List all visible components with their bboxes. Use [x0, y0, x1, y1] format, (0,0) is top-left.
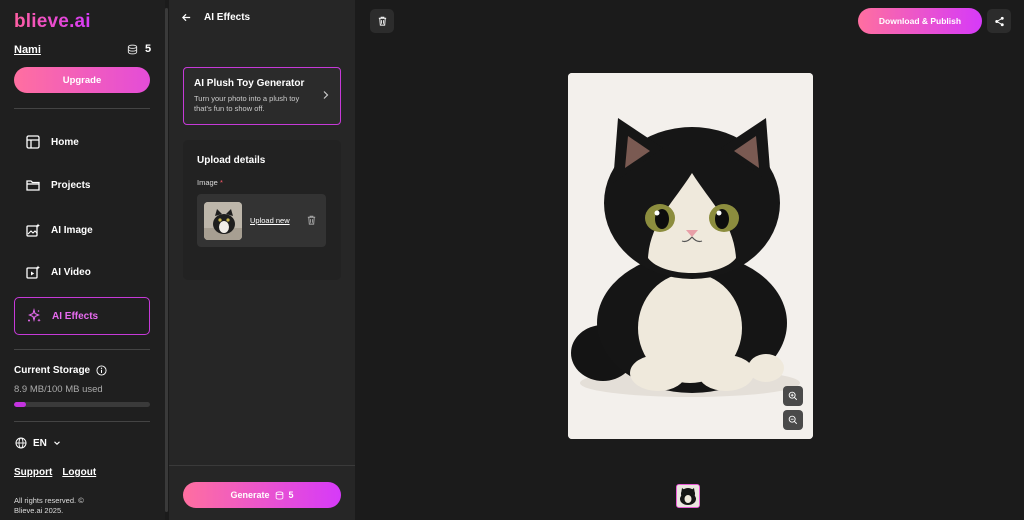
delete-button[interactable] — [370, 9, 394, 33]
uploaded-image-thumbnail[interactable] — [204, 202, 242, 240]
generate-label: Generate — [230, 490, 270, 500]
app-root: blieve.ai Nami 5 Upgrade Home Projects A… — [0, 0, 1024, 520]
zoom-out-button[interactable] — [783, 410, 803, 430]
panel-title: AI Effects — [204, 12, 251, 23]
credits-balance: 5 — [127, 43, 151, 55]
storage-title-text: Current Storage — [14, 365, 91, 376]
sidebar-item-ai-image[interactable]: AI Image — [14, 211, 150, 249]
brand-logo[interactable]: blieve.ai — [14, 11, 91, 33]
sidebar-item-label: Projects — [51, 179, 91, 191]
storage-progress-bar — [14, 402, 150, 407]
credits-count: 5 — [145, 43, 152, 55]
upload-details-title: Upload details — [197, 155, 266, 166]
divider — [14, 421, 150, 422]
sidebar-item-label: Home — [51, 136, 79, 148]
sidebar-item-label: AI Video — [51, 266, 91, 278]
image-label-text: Image — [197, 178, 218, 187]
download-publish-button[interactable]: Download & Publish — [858, 8, 982, 34]
chevron-right-icon — [323, 91, 329, 99]
chevron-down-icon — [54, 441, 60, 445]
language-label: EN — [33, 437, 47, 449]
divider — [169, 465, 355, 466]
upload-new-link[interactable]: Upload new — [250, 216, 290, 225]
panel-header: AI Effects — [181, 12, 250, 23]
generate-cost: 5 — [288, 490, 294, 500]
sidebar-item-label: AI Effects — [52, 310, 99, 322]
globe-icon — [15, 437, 27, 449]
sidebar-item-ai-effects[interactable]: AI Effects — [14, 297, 150, 335]
filmstrip-thumbnail[interactable] — [676, 484, 700, 508]
effect-card-plush-toy[interactable]: AI Plush Toy Generator Turn your photo i… — [183, 67, 341, 125]
sidebar-item-projects[interactable]: Projects — [14, 166, 150, 204]
sidebar-item-ai-video[interactable]: AI Video — [14, 253, 150, 291]
generated-image-preview[interactable] — [568, 73, 813, 439]
share-button[interactable] — [987, 9, 1011, 33]
video-sparkle-icon — [26, 265, 40, 279]
info-icon[interactable] — [96, 365, 107, 376]
support-link[interactable]: Support — [14, 467, 52, 478]
language-selector[interactable]: EN — [15, 437, 61, 449]
storage-title: Current Storage — [14, 365, 107, 376]
zoom-in-icon — [788, 391, 798, 401]
image-field-label: Image * — [197, 178, 223, 187]
storage-used-text: 8.9 MB/100 MB used — [14, 384, 103, 395]
zoom-out-icon — [788, 415, 798, 425]
sidebar-item-home[interactable]: Home — [14, 123, 150, 161]
image-sparkle-icon — [26, 223, 40, 237]
trash-icon[interactable] — [306, 214, 317, 226]
effect-title: AI Plush Toy Generator — [194, 78, 305, 89]
generate-button[interactable]: Generate 5 — [183, 482, 341, 508]
sparkles-icon — [28, 308, 41, 323]
zoom-in-button[interactable] — [783, 386, 803, 406]
home-icon — [26, 135, 40, 149]
coins-icon — [275, 490, 283, 500]
effect-description: Turn your photo into a plush toy that's … — [194, 94, 300, 113]
required-mark: * — [219, 178, 223, 187]
share-icon — [994, 16, 1004, 26]
sidebar-scrollbar[interactable] — [165, 8, 168, 512]
sidebar-item-label: AI Image — [51, 224, 93, 236]
divider — [14, 108, 150, 109]
folder-icon — [26, 180, 40, 191]
upgrade-button[interactable]: Upgrade — [14, 67, 150, 93]
uploaded-file-row: Upload new — [197, 194, 326, 247]
back-arrow-icon[interactable] — [181, 12, 192, 23]
footer-links: Support Logout — [14, 467, 96, 478]
trash-icon — [378, 16, 386, 26]
storage-progress-fill — [14, 402, 27, 407]
plush-cat-image — [568, 73, 813, 439]
logout-link[interactable]: Logout — [62, 467, 96, 478]
username[interactable]: Nami — [14, 44, 41, 56]
copyright-text: All rights reserved. © Blieve.ai 2025. — [14, 496, 84, 515]
divider — [14, 349, 150, 350]
coins-icon — [127, 44, 138, 54]
